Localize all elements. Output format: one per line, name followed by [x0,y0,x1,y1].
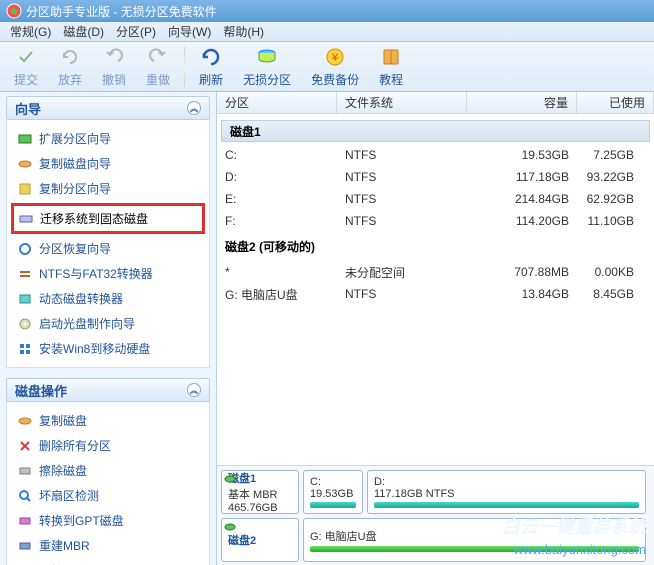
partition-row[interactable]: * 未分配空间 707.88MB 0.00KB [217,261,654,283]
menu-wizard[interactable]: 向导(W) [162,21,217,42]
disk-map: 磁盘1 基本 MBR 465.76GB C: 19.53GB D: 117.18… [217,465,654,565]
chevron-up-icon: ︽ [187,101,201,115]
diskop-copy[interactable]: 复制磁盘 [11,408,205,433]
wizard-item-copy-partition[interactable]: 复制分区向导 [11,176,205,201]
diskmap-disk1[interactable]: 磁盘1 基本 MBR 465.76GB [221,470,299,514]
wizard-item-bootdisc[interactable]: 启动光盘制作向导 [11,311,205,336]
copy-icon [17,413,33,429]
redo-icon [146,45,170,69]
diskop-mbr[interactable]: 重建MBR [11,533,205,558]
diskops-panel-title: 磁盘操作 [15,381,67,400]
diskop-properties[interactable]: 属性 [11,558,205,565]
copy-partition-icon [17,181,33,197]
refresh-button[interactable]: 刷新 [189,42,233,91]
wizard-item-migrate-ssd[interactable]: 迁移系统到固态磁盘 [11,203,205,234]
diskmap-part-g[interactable]: G: 电脑店U盘 [303,518,646,562]
partition-row[interactable]: D: NTFS 117.18GB 93.22GB [217,166,654,188]
col-partition[interactable]: 分区 [217,92,337,113]
undo-icon [102,45,126,69]
lossless-button[interactable]: 无损分区 [233,42,301,91]
left-panel: 向导 ︽ 扩展分区向导 复制磁盘向导 复制分区向导 迁移系统到 [0,92,217,565]
disk1-header[interactable]: 磁盘1 [221,120,650,142]
right-panel: 分区 文件系统 容量 已使用 磁盘1 C: NTFS 19.53GB 7.25G… [217,92,654,565]
discard-button[interactable]: 放弃 [48,42,92,91]
wizard-item-win8[interactable]: 安装Win8到移动硬盘 [11,336,205,361]
mbr-icon [17,538,33,554]
dynamic-icon [17,291,33,307]
menu-help[interactable]: 帮助(H) [217,21,270,42]
disk2-header[interactable]: 磁盘2 (可移动的) [217,232,654,261]
wizard-panel-title: 向导 [15,99,41,118]
col-filesystem[interactable]: 文件系统 [337,92,467,113]
wizard-item-extend[interactable]: 扩展分区向导 [11,126,205,151]
diskmap-part-c[interactable]: C: 19.53GB [303,470,363,514]
copy-disk-icon [17,156,33,172]
menu-disk[interactable]: 磁盘(D) [57,21,110,42]
wizard-item-copy-disk[interactable]: 复制磁盘向导 [11,151,205,176]
col-capacity[interactable]: 容量 [467,92,577,113]
partition-row[interactable]: E: NTFS 214.84GB 62.92GB [217,188,654,210]
diskops-panel: 磁盘操作 ︽ 复制磁盘 删除所有分区 擦除磁盘 坏扇区检测 [6,378,210,565]
book-icon [379,45,403,69]
menu-bar: 常规(G) 磁盘(D) 分区(P) 向导(W) 帮助(H) [0,22,654,42]
ssd-icon [18,211,34,227]
list-header: 分区 文件系统 容量 已使用 [217,92,654,114]
partition-row[interactable]: C: NTFS 19.53GB 7.25GB [217,144,654,166]
diskop-wipe[interactable]: 擦除磁盘 [11,458,205,483]
extend-icon [17,131,33,147]
usage-bar [310,546,639,552]
check-icon [14,45,38,69]
discard-icon [58,45,82,69]
refresh-icon [199,45,223,69]
tutorial-button[interactable]: 教程 [369,42,413,91]
toolbar: 提交 放弃 撤销 重做 刷新 无损分区 ¥ 免费备份 教程 [0,42,654,92]
diskmap-disk2[interactable]: 磁盘2 [221,518,299,562]
wizard-item-dynamic[interactable]: 动态磁盘转换器 [11,286,205,311]
wipe-icon [17,463,33,479]
disk-icon [224,521,236,533]
convert-icon [17,266,33,282]
chevron-up-icon: ︽ [187,383,201,397]
diskop-gpt[interactable]: 转换到GPT磁盘 [11,508,205,533]
app-title: 分区助手专业版 - 无损分区免费软件 [26,3,217,20]
partition-list: 磁盘1 C: NTFS 19.53GB 7.25GB D: NTFS 117.1… [217,114,654,465]
backup-button[interactable]: ¥ 免费备份 [301,42,369,91]
undo-button[interactable]: 撤销 [92,42,136,91]
usage-bar [374,502,639,508]
partition-icon [255,45,279,69]
partition-row[interactable]: F: NTFS 114.20GB 11.10GB [217,210,654,232]
wizard-panel: 向导 ︽ 扩展分区向导 复制磁盘向导 复制分区向导 迁移系统到 [6,96,210,368]
diskmap-part-d[interactable]: D: 117.18GB NTFS [367,470,646,514]
redo-button[interactable]: 重做 [136,42,180,91]
app-icon [6,3,22,19]
partition-row[interactable]: G: 电脑店U盘 NTFS 13.84GB 8.45GB [217,283,654,305]
svg-text:¥: ¥ [331,52,339,64]
backup-icon: ¥ [323,45,347,69]
disc-icon [17,316,33,332]
menu-partition[interactable]: 分区(P) [110,21,162,42]
recovery-icon [17,241,33,257]
diskops-panel-header[interactable]: 磁盘操作 ︽ [6,378,210,402]
wizard-item-ntfs-fat[interactable]: NTFS与FAT32转换器 [11,261,205,286]
title-bar: 分区助手专业版 - 无损分区免费软件 [0,0,654,22]
gpt-icon [17,513,33,529]
disk-icon [224,473,236,485]
toolbar-separator [184,47,185,87]
scan-icon [17,488,33,504]
apply-button[interactable]: 提交 [4,42,48,91]
wizard-item-recovery[interactable]: 分区恢复向导 [11,236,205,261]
windows-icon [17,341,33,357]
menu-general[interactable]: 常规(G) [4,21,57,42]
diskop-delete-all[interactable]: 删除所有分区 [11,433,205,458]
delete-icon [17,438,33,454]
wizard-panel-header[interactable]: 向导 ︽ [6,96,210,120]
col-used[interactable]: 已使用 [577,92,654,113]
diskop-badsector[interactable]: 坏扇区检测 [11,483,205,508]
usage-bar [310,502,356,508]
